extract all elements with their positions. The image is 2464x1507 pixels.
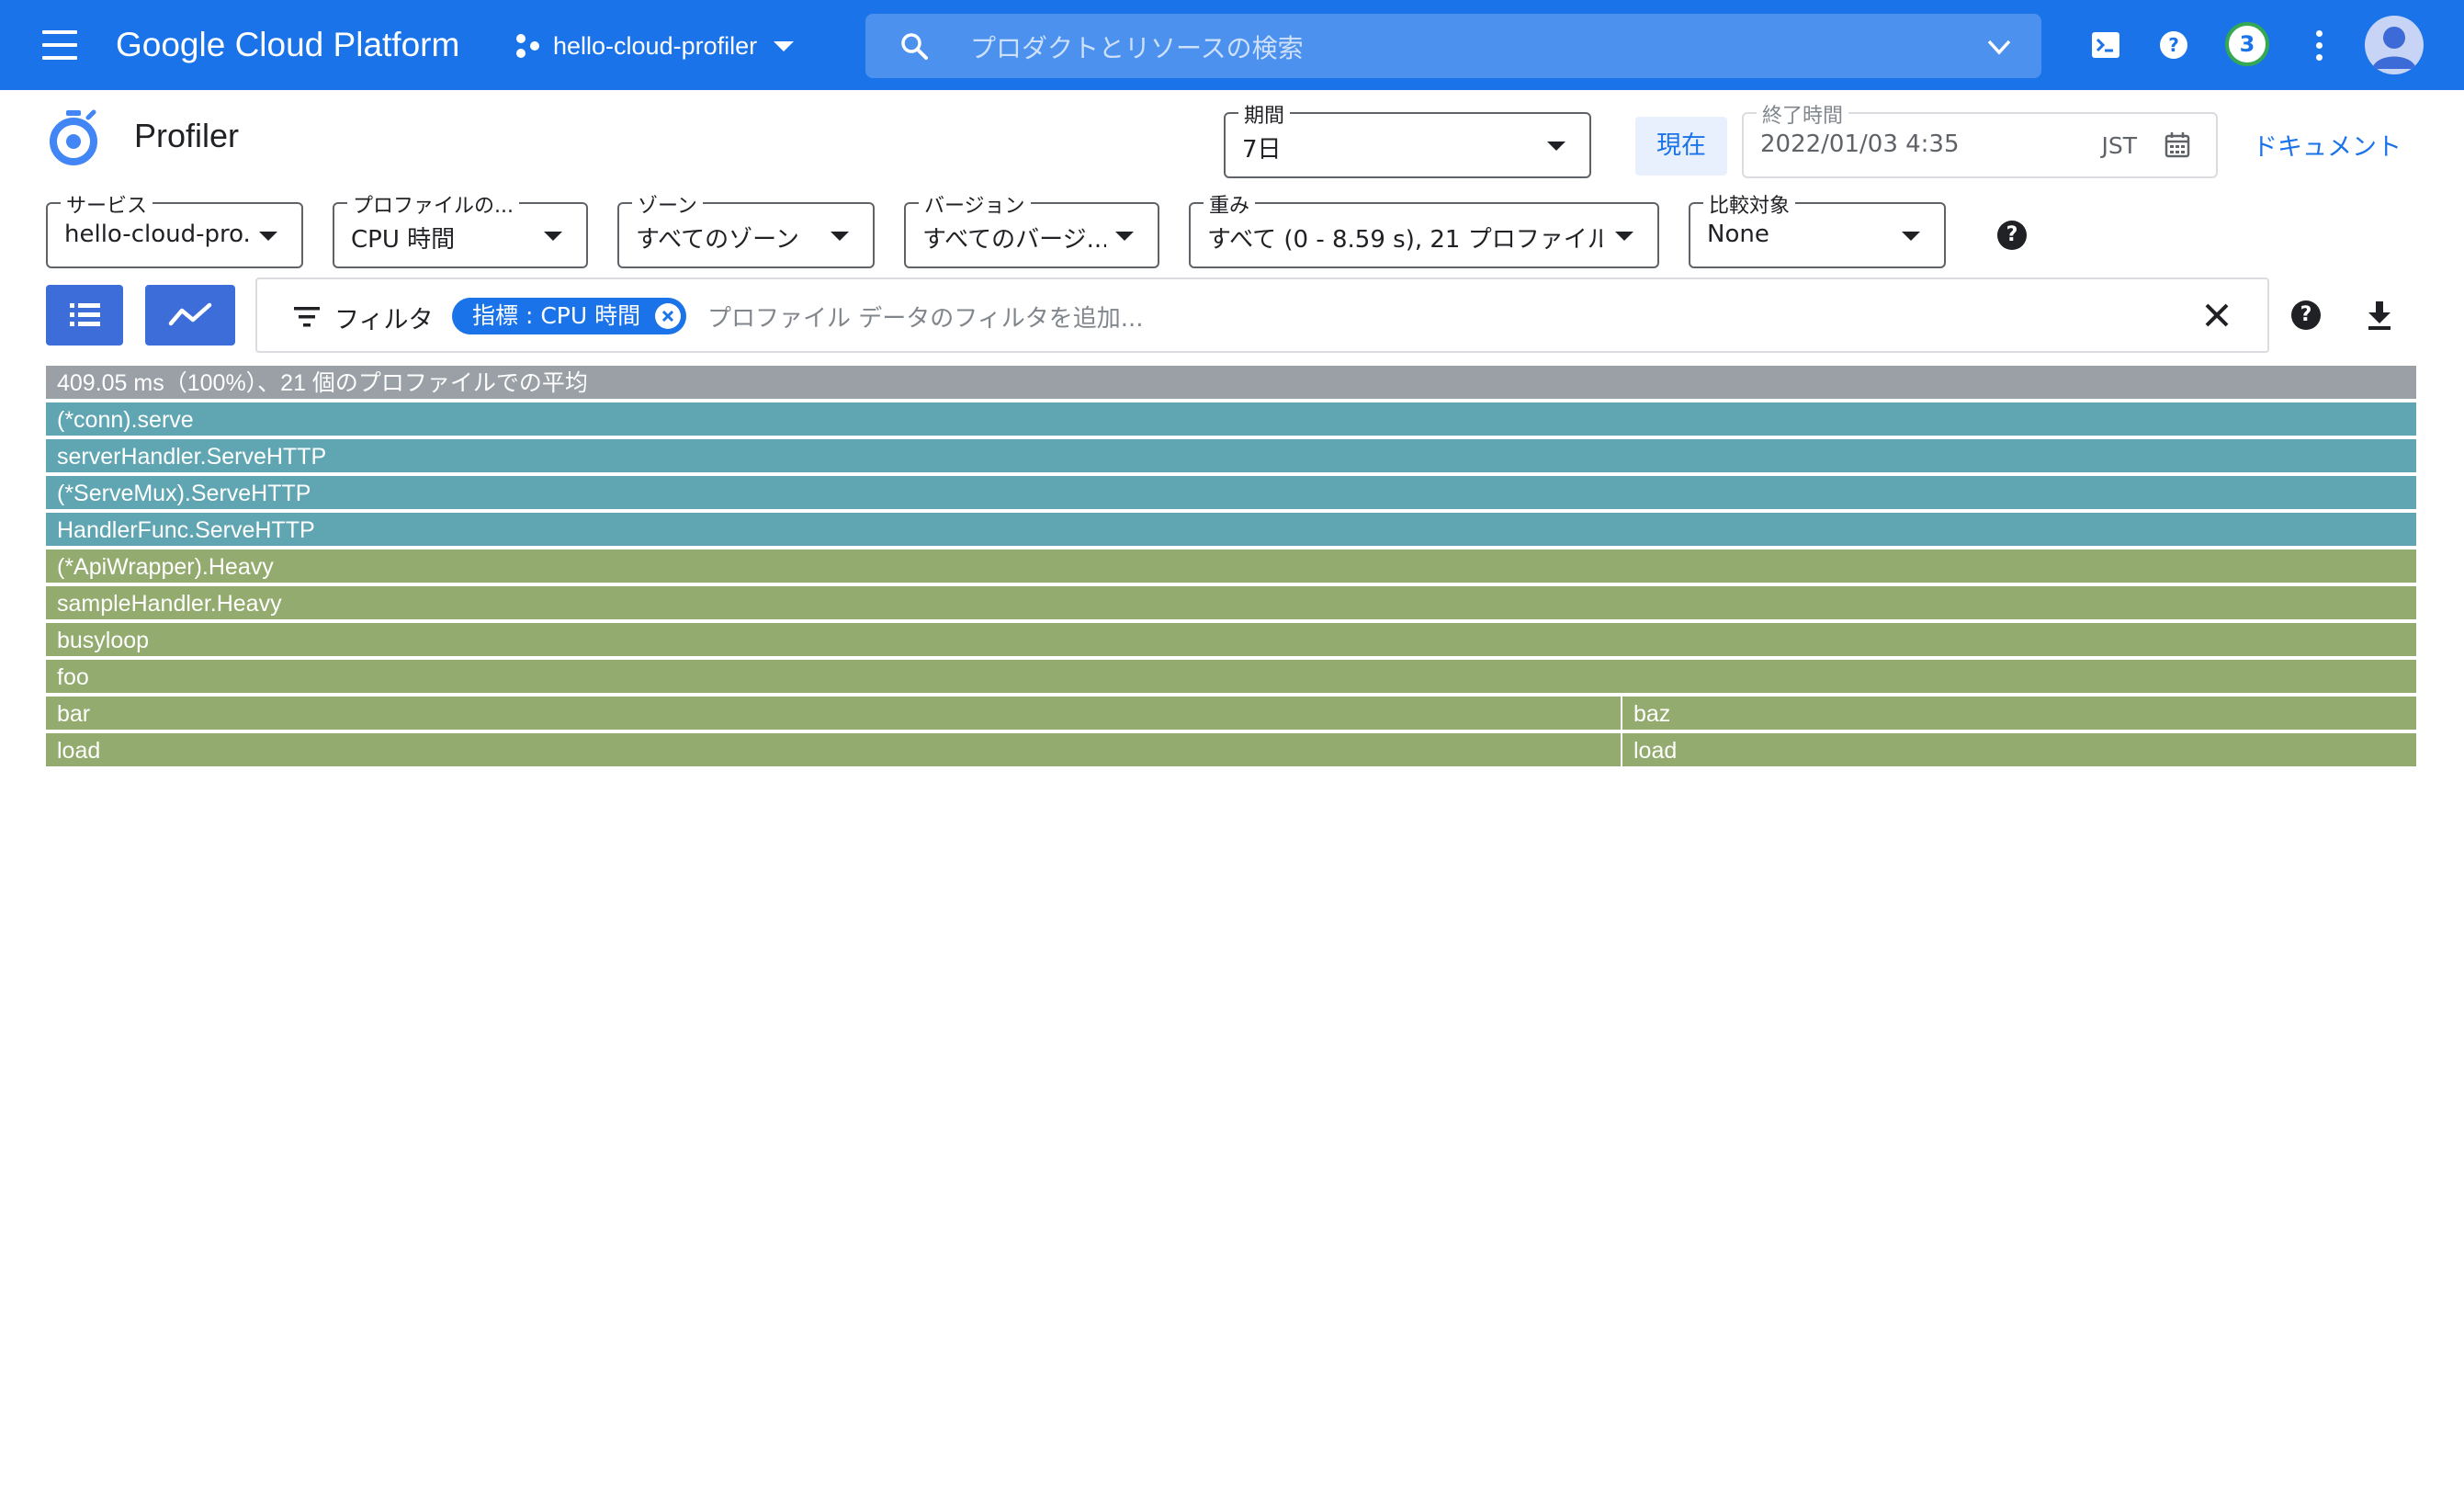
profile-type-select[interactable]: プロファイルの... CPU 時間 [333,189,588,268]
zone-label: ゾーン [632,189,703,219]
trend-icon [168,302,212,326]
flame-frame[interactable]: sampleHandler.Heavy [46,586,2416,621]
calendar-icon[interactable] [2163,130,2192,160]
documentation-link[interactable]: ドキュメント [2253,127,2402,163]
caret-down-icon [1615,232,1633,241]
filter-input[interactable]: プロファイル データのフィルタを追加... [707,300,1144,334]
flame-frame[interactable]: load [1622,733,2416,768]
filter-label: フィルタ [334,306,434,334]
project-icon [516,34,539,58]
zone-value: すべてのゾーン [636,226,799,254]
caret-down-icon [1115,232,1134,241]
flame-graph: 409.05 ms（100%）、21 個のプロファイルでの平均 (*conn).s… [46,366,2416,770]
period-select[interactable]: 期間 7日 [1224,99,1591,178]
caret-down-icon [1902,232,1920,241]
weight-label: 重み [1204,189,1256,219]
flame-frame[interactable]: bar [46,697,1622,731]
notification-badge[interactable]: 3 [2225,22,2269,66]
caret-down-icon [831,232,849,241]
profile-type-label: プロファイルの... [347,189,519,219]
end-time-label: 終了時間 [1757,99,1849,129]
flame-frame[interactable]: baz [1622,697,2416,731]
version-value: すべてのバージ... [922,226,1106,254]
cloud-shell-icon[interactable] [2085,25,2126,65]
menu-icon[interactable] [37,25,83,65]
list-icon [70,303,100,326]
download-icon[interactable] [2365,300,2394,331]
caret-down-icon [544,232,562,241]
filters-help-icon[interactable]: ? [1997,221,2027,250]
person-icon [2372,27,2416,69]
compare-select[interactable]: 比較対象 None [1689,189,1946,268]
flame-frame[interactable]: load [46,733,1622,768]
account-avatar-icon[interactable] [2365,16,2424,74]
caret-down-icon [1547,142,1565,151]
project-selector[interactable]: hello-cloud-profiler [513,28,795,64]
end-time-value: 2022/01/03 4:35 [1760,130,1960,158]
timezone-label: JST [2101,132,2137,159]
compare-value: None [1707,221,1769,248]
help-icon[interactable]: ? [2153,25,2194,65]
flame-frame[interactable]: (*ServeMux).ServeHTTP [46,476,2416,511]
search-input[interactable]: プロダクトとリソースの検索 [865,14,2041,78]
end-time-field[interactable]: 終了時間 2022/01/03 4:35 JST [1742,99,2218,178]
project-name: hello-cloud-profiler [553,31,758,60]
profile-type-value: CPU 時間 [351,226,456,254]
period-label: 期間 [1238,99,1291,129]
flame-frame[interactable]: foo [46,660,2416,695]
flame-root-frame[interactable]: 409.05 ms（100%）、21 個のプロファイルでの平均 [46,366,2416,401]
list-view-button[interactable] [46,285,123,346]
more-vert-icon[interactable] [2308,27,2330,63]
filter-bar: フィルタ 指標 : CPU 時間 プロファイル データのフィルタを追加... [255,278,2269,353]
version-label: バージョン [919,189,1031,219]
caret-down-icon [259,232,277,241]
service-value: hello-cloud-pro... [64,221,248,248]
filter-icon [294,307,320,327]
close-icon[interactable] [2203,301,2231,329]
chip-label: 指標 : CPU 時間 [472,302,641,329]
flame-frame[interactable]: (*ApiWrapper).Heavy [46,550,2416,584]
chip-remove-icon[interactable] [655,303,682,329]
app-title[interactable]: Google Cloud Platform [116,26,459,64]
service-label: サービス [61,189,153,219]
search-placeholder: プロダクトとリソースの検索 [970,33,1304,63]
profiler-logo-icon [50,109,97,165]
metric-filter-chip[interactable]: 指標 : CPU 時間 [452,298,687,334]
chevron-down-icon[interactable] [1984,32,2014,62]
version-select[interactable]: バージョン すべてのバージ... [904,189,1159,268]
period-value: 7日 [1242,136,1282,164]
flame-frame[interactable]: busyloop [46,623,2416,658]
zone-select[interactable]: ゾーン すべてのゾーン [617,189,875,268]
flame-frame[interactable]: serverHandler.ServeHTTP [46,439,2416,474]
timeline-view-button[interactable] [145,285,235,346]
now-button[interactable]: 現在 [1635,117,1727,176]
service-select[interactable]: サービス hello-cloud-pro... [46,189,303,268]
weight-value: すべて (0 - 8.59 s), 21 プロファイル [1207,226,1602,254]
compare-label: 比較対象 [1703,189,1796,219]
weight-select[interactable]: 重み すべて (0 - 8.59 s), 21 プロファイル [1189,189,1659,268]
search-icon [901,33,928,60]
flame-frame[interactable]: (*conn).serve [46,402,2416,437]
svg-text:?: ? [2168,34,2179,56]
top-app-bar: Google Cloud Platform hello-cloud-profil… [0,0,2464,90]
chevron-down-icon [774,40,795,51]
flame-frame[interactable]: HandlerFunc.ServeHTTP [46,513,2416,548]
page-title: Profiler [134,117,240,154]
filter-help-icon[interactable]: ? [2291,300,2321,330]
